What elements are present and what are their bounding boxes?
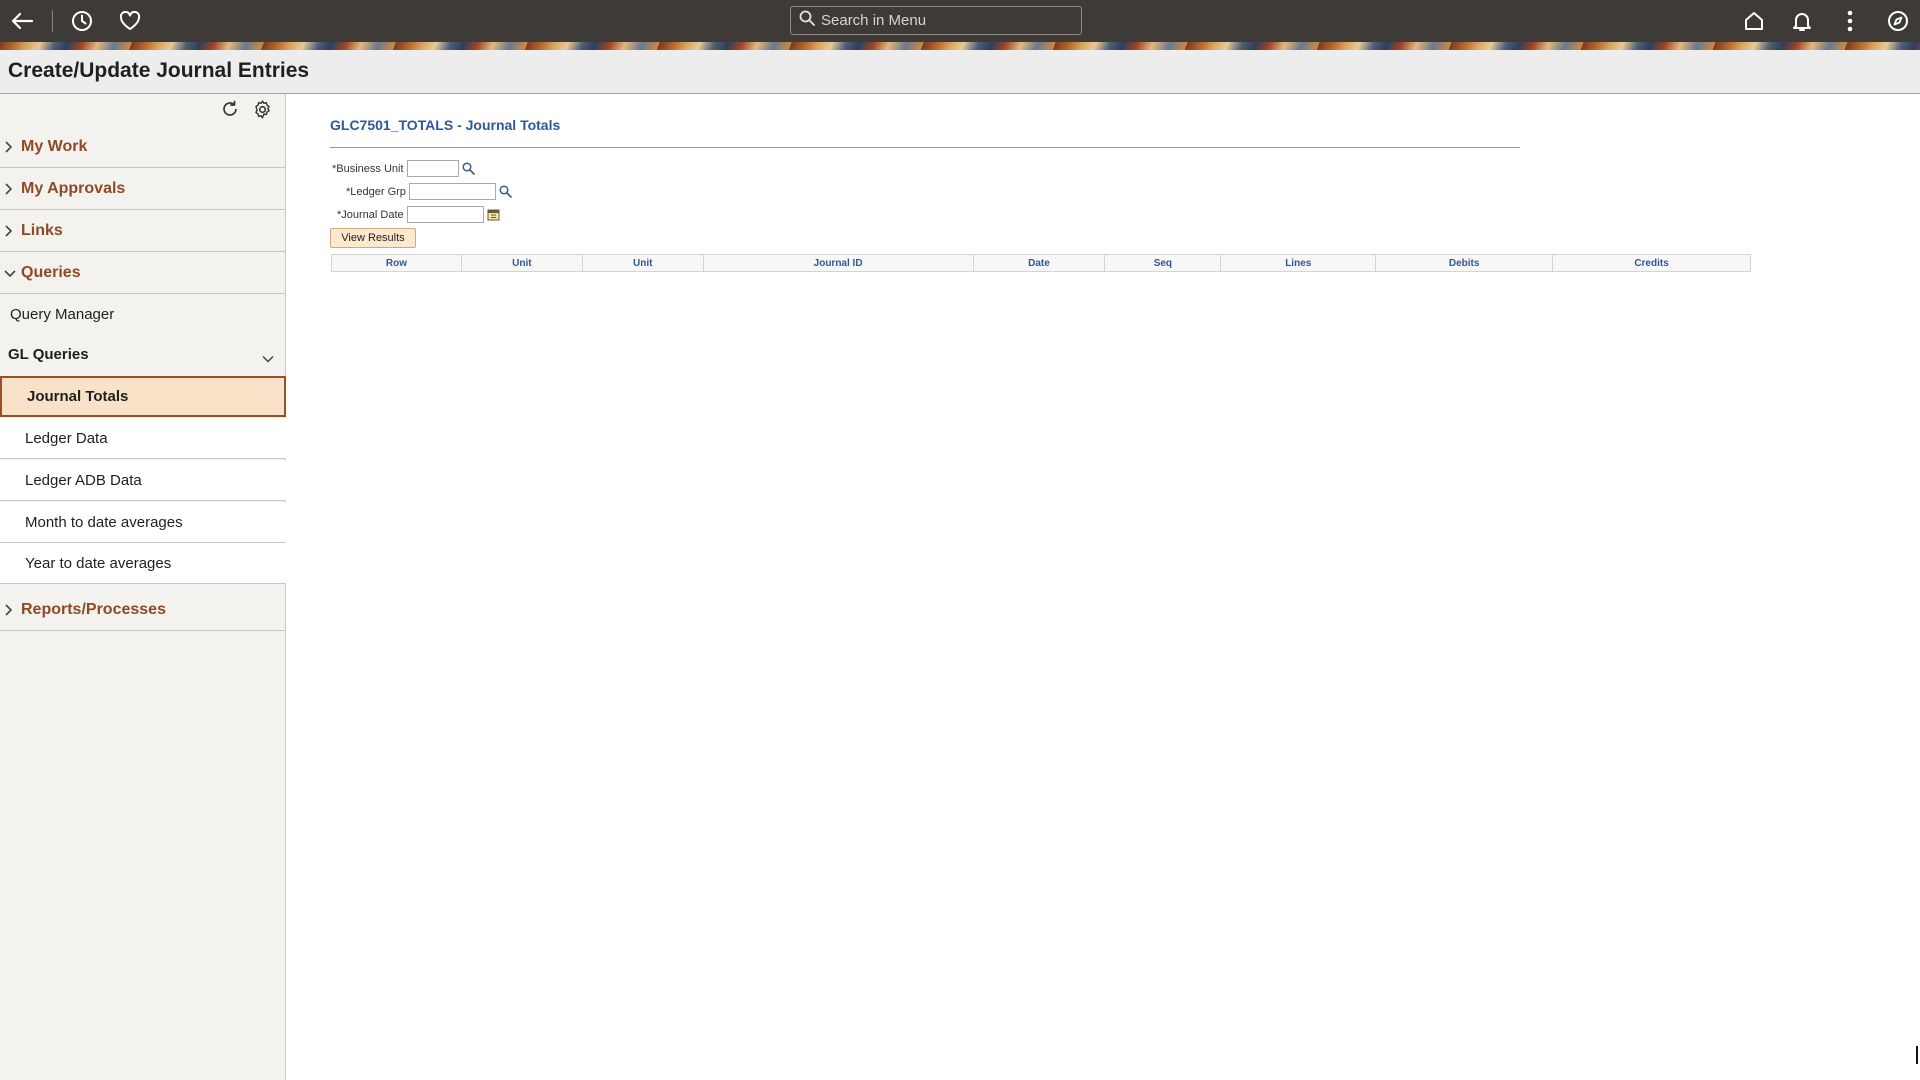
calendar-icon[interactable] bbox=[487, 208, 500, 221]
sidebar-item-label: Ledger ADB Data bbox=[25, 471, 142, 489]
history-icon[interactable] bbox=[68, 7, 96, 35]
column-header-unit[interactable]: Unit bbox=[581, 254, 704, 272]
chevron-right-icon bbox=[4, 604, 16, 616]
ledger-grp-input[interactable] bbox=[408, 183, 496, 200]
sidebar-section-my-approvals[interactable]: My Approvals bbox=[0, 169, 286, 210]
sidebar-section-reports-processes[interactable]: Reports/Processes bbox=[0, 590, 286, 631]
journal-date-row: *Journal Date bbox=[337, 206, 500, 223]
sidebar-section-queries[interactable]: Queries bbox=[0, 253, 286, 294]
home-icon[interactable] bbox=[1740, 7, 1768, 35]
sidebar-item-label: Ledger Data bbox=[25, 429, 108, 447]
page-heading: GLC7501_TOTALS - Journal Totals bbox=[330, 117, 561, 133]
chevron-right-icon bbox=[4, 225, 16, 237]
column-header-lines[interactable]: Lines bbox=[1220, 254, 1377, 272]
refresh-icon[interactable] bbox=[219, 98, 241, 120]
sidebar-item-label: Year to date averages bbox=[25, 554, 172, 572]
ledger-grp-row: *Ledger Grp bbox=[346, 183, 512, 200]
column-header-journal-id[interactable]: Journal ID bbox=[702, 254, 974, 272]
query-manager-link[interactable]: Query Manager bbox=[10, 306, 114, 323]
business-unit-input[interactable] bbox=[406, 160, 459, 177]
sidebar-item-label: Journal Totals bbox=[27, 388, 129, 405]
sidebar-section-label: My Approvals bbox=[21, 180, 126, 197]
settings-gear-icon[interactable] bbox=[251, 98, 273, 120]
journal-date-label: *Journal Date bbox=[337, 208, 404, 221]
decorative-banner-strip bbox=[0, 42, 1920, 50]
column-header-row[interactable]: Row bbox=[331, 254, 462, 272]
search-icon bbox=[799, 10, 815, 31]
sidebar-item-ledger-adb-data[interactable]: Ledger ADB Data bbox=[0, 460, 286, 501]
text-cursor bbox=[1916, 1046, 1918, 1064]
view-results-button[interactable]: View Results bbox=[330, 228, 416, 248]
top-navigation-bar bbox=[0, 0, 1920, 42]
toolbar-divider bbox=[52, 10, 53, 32]
menu-search-box[interactable] bbox=[790, 6, 1082, 35]
business-unit-row: *Business Unit bbox=[332, 160, 475, 177]
chevron-right-icon bbox=[4, 183, 16, 195]
sidebar-section-label: Links bbox=[21, 222, 63, 239]
lookup-search-icon[interactable] bbox=[461, 162, 475, 175]
sidebar-tools bbox=[219, 98, 273, 120]
column-header-seq[interactable]: Seq bbox=[1104, 254, 1222, 272]
sidebar-item-ledger-data[interactable]: Ledger Data bbox=[0, 418, 286, 459]
column-header-credits[interactable]: Credits bbox=[1552, 254, 1751, 272]
sidebar-section-my-work[interactable]: My Work bbox=[0, 127, 286, 168]
back-arrow-icon[interactable] bbox=[8, 7, 36, 35]
column-header-unit[interactable]: Unit bbox=[460, 254, 583, 272]
journal-totals-grid: Row Unit Unit Journal ID Date Seq Lines … bbox=[331, 254, 1751, 272]
gl-queries-label: GL Queries bbox=[8, 345, 89, 363]
column-header-debits[interactable]: Debits bbox=[1375, 254, 1554, 272]
navigator-compass-icon[interactable] bbox=[1884, 7, 1912, 35]
menu-search-input[interactable] bbox=[821, 12, 1061, 29]
column-header-date[interactable]: Date bbox=[972, 254, 1106, 272]
sidebar-item-year-to-date-averages[interactable]: Year to date averages bbox=[0, 543, 286, 584]
chevron-down-icon bbox=[4, 269, 16, 277]
ledger-grp-label: *Ledger Grp bbox=[346, 185, 406, 198]
sidebar-item-month-to-date-averages[interactable]: Month to date averages bbox=[0, 502, 286, 543]
sidebar-item-journal-totals[interactable]: Journal Totals bbox=[0, 376, 286, 417]
sidebar-section-label: Reports/Processes bbox=[21, 601, 166, 618]
gl-queries-group-header[interactable]: GL Queries bbox=[0, 338, 286, 370]
journal-date-input[interactable] bbox=[406, 206, 484, 223]
sidebar-section-links[interactable]: Links bbox=[0, 211, 286, 252]
sidebar-section-label: Queries bbox=[21, 264, 81, 281]
lookup-search-icon[interactable] bbox=[499, 185, 512, 198]
chevron-right-icon bbox=[4, 141, 16, 153]
heading-divider bbox=[330, 147, 1520, 148]
main-content: GLC7501_TOTALS - Journal Totals *Busines… bbox=[286, 94, 1920, 1080]
favorites-heart-icon[interactable] bbox=[116, 7, 144, 35]
side-navigation-panel: My Work My Approvals Links Queries Query… bbox=[0, 94, 286, 1080]
page-title-bar: Create/Update Journal Entries bbox=[0, 50, 1920, 94]
sidebar-item-label: Month to date averages bbox=[25, 513, 183, 531]
bell-icon[interactable] bbox=[1788, 7, 1816, 35]
page-title: Create/Update Journal Entries bbox=[8, 59, 310, 82]
more-vertical-icon[interactable] bbox=[1836, 7, 1864, 35]
business-unit-label: *Business Unit bbox=[332, 162, 404, 175]
sidebar-section-label: My Work bbox=[21, 138, 88, 155]
grid-header-row: Row Unit Unit Journal ID Date Seq Lines … bbox=[331, 254, 1751, 272]
chevron-down-icon bbox=[262, 350, 274, 368]
